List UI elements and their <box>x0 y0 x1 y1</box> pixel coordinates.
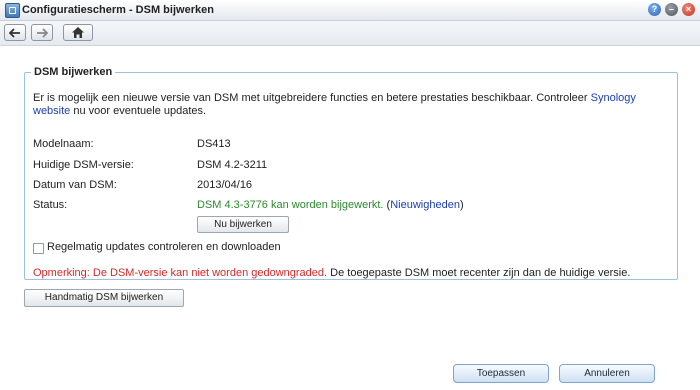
whats-new-link[interactable]: Nieuwigheden <box>390 199 460 211</box>
remark-info: De toegepaste DSM moet recenter zijn dan… <box>327 267 631 279</box>
remark-warning: Opmerking: De DSM-versie kan niet worden… <box>33 267 328 279</box>
remark-text: Opmerking: De DSM-versie kan niet worden… <box>33 267 673 279</box>
dsm-date-label: Datum van DSM: <box>33 179 117 191</box>
dsm-date-value: 2013/04/16 <box>197 179 253 191</box>
back-button[interactable] <box>4 24 26 41</box>
control-panel-icon <box>5 3 20 18</box>
model-name-label: Modelnaam: <box>33 138 94 150</box>
toolbar <box>0 21 700 46</box>
title-bar: Configuratiescherm - DSM bijwerken ? – × <box>0 0 700 21</box>
forward-arrow-icon <box>37 27 48 38</box>
intro-text: Er is mogelijk een nieuwe versie van DSM… <box>33 92 663 118</box>
status-value: DSM 4.3-3776 kan worden bijgewerkt. (Nie… <box>197 199 464 211</box>
home-icon <box>72 27 84 38</box>
panel-legend: DSM bijwerken <box>34 66 113 78</box>
forward-button[interactable] <box>31 24 53 41</box>
intro-text-end: nu voor eventuele updates. <box>70 105 207 117</box>
status-label: Status: <box>33 199 68 211</box>
current-version-label: Huidige DSM-versie: <box>33 159 134 171</box>
help-icon[interactable]: ? <box>648 3 661 16</box>
close-icon[interactable]: × <box>682 3 695 16</box>
current-version-value: DSM 4.2-3211 <box>197 159 268 171</box>
manual-update-button[interactable]: Handmatig DSM bijwerken <box>24 289 184 307</box>
back-arrow-icon <box>9 27 20 38</box>
update-now-button[interactable]: Nu bijwerken <box>197 216 289 233</box>
auto-update-checkbox[interactable] <box>33 243 44 254</box>
apply-button[interactable]: Toepassen <box>453 364 549 383</box>
dsm-update-panel: DSM bijwerken Er is mogelijk een nieuwe … <box>24 66 678 280</box>
model-name-value: DS413 <box>197 138 231 150</box>
status-text: DSM 4.3-3776 kan worden bijgewerkt. <box>197 199 384 211</box>
intro-text-start: Er is mogelijk een nieuwe versie van DSM… <box>33 92 591 104</box>
home-button[interactable] <box>63 24 93 41</box>
window-title: Configuratiescherm - DSM bijwerken <box>22 4 214 16</box>
cancel-button[interactable]: Annuleren <box>559 364 655 383</box>
auto-update-label[interactable]: Regelmatig updates controleren en downlo… <box>47 241 281 253</box>
minimize-icon[interactable]: – <box>665 3 678 16</box>
status-paren-close: ) <box>459 199 464 211</box>
